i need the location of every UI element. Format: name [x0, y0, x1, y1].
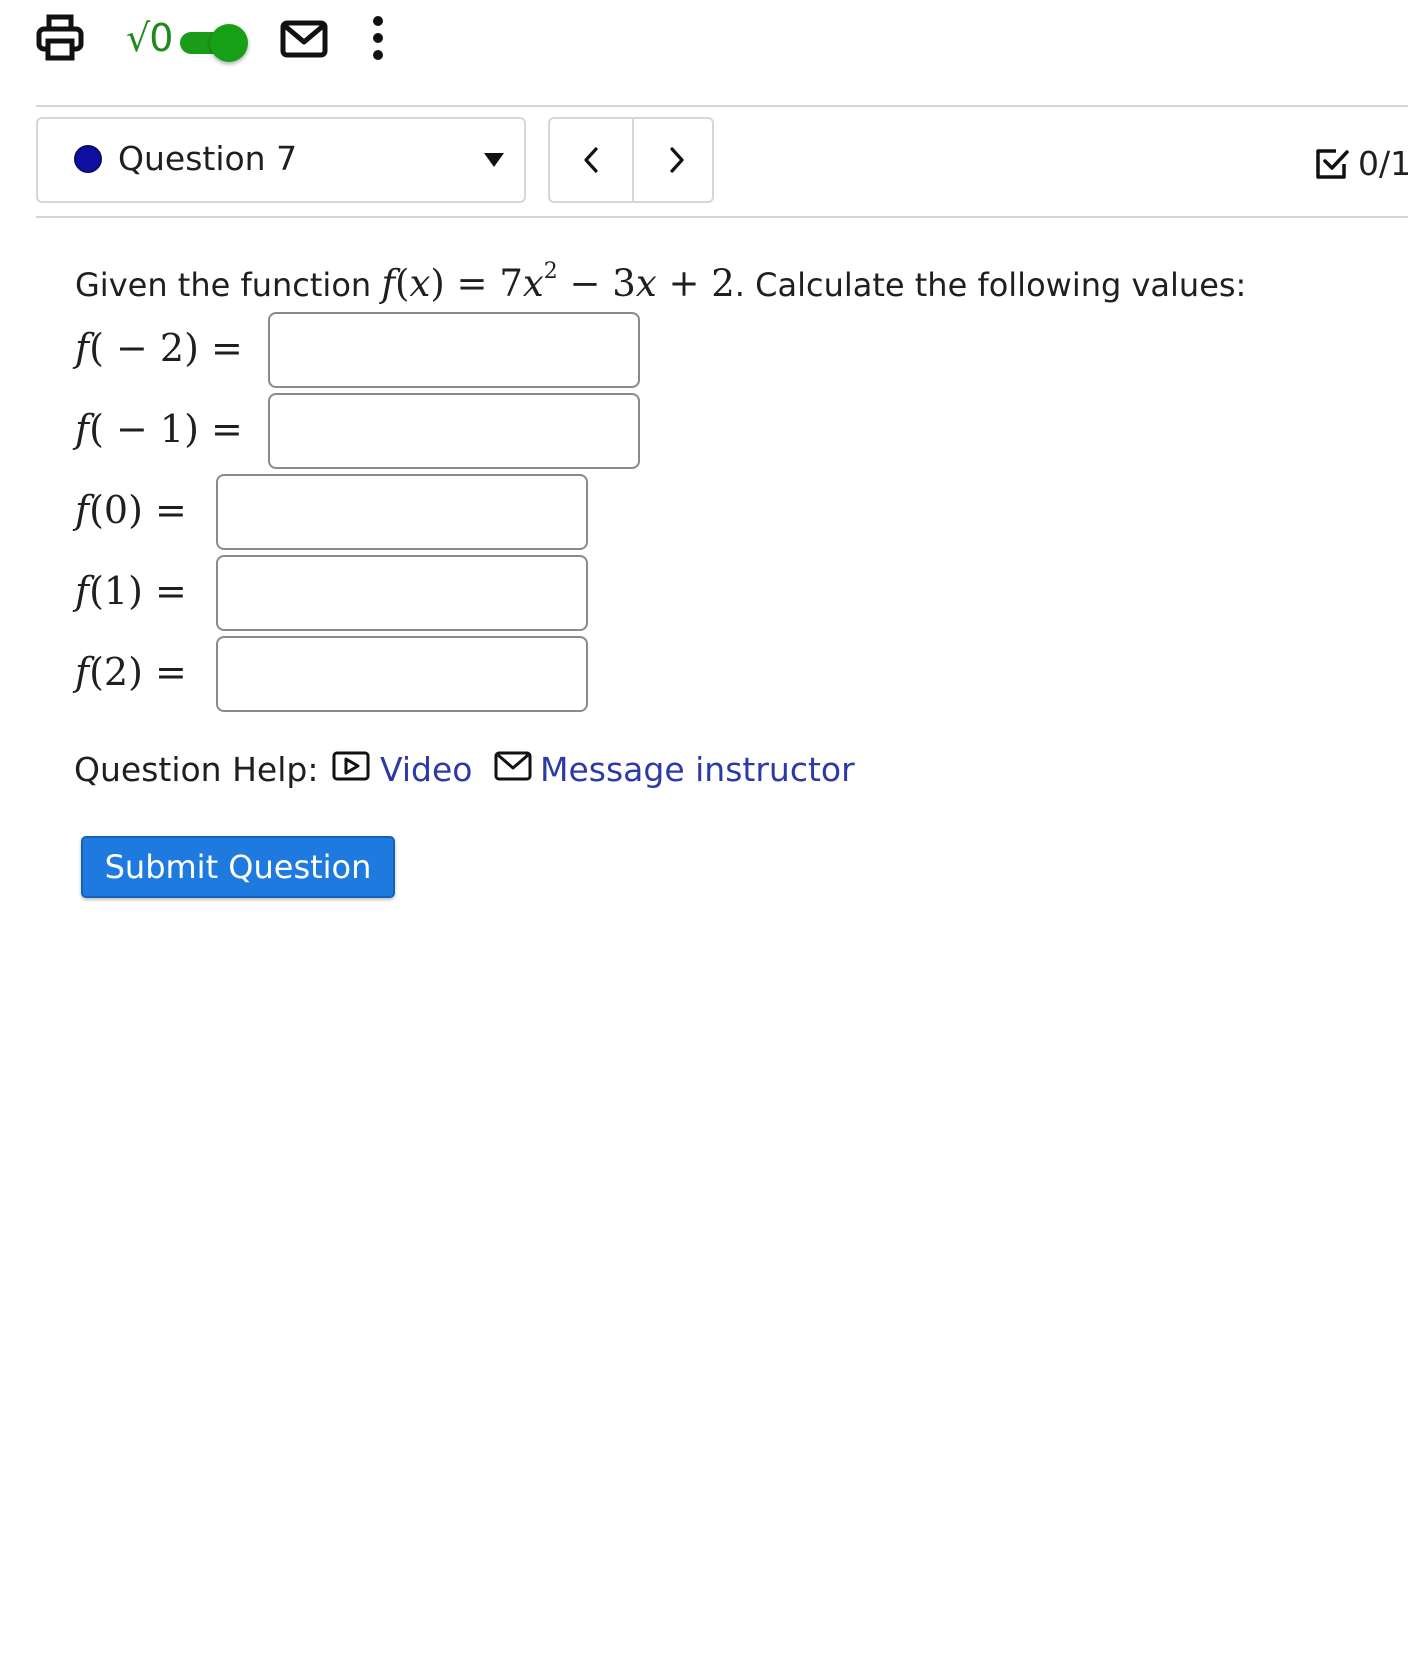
answer-input-f-neg1[interactable]	[268, 393, 640, 469]
math-entry-indicator: √0	[126, 16, 173, 60]
video-icon	[332, 751, 370, 781]
mail-icon	[494, 751, 532, 781]
toggle-knob	[210, 24, 248, 62]
chevron-left-icon	[584, 147, 598, 173]
checkbox-check-icon	[1316, 149, 1349, 179]
answer-row-f-neg1: f( − 1) =	[75, 393, 641, 469]
answer-row-f-neg2: f( − 2) =	[75, 312, 641, 388]
answer-row-f-1: f(1) =	[75, 555, 589, 631]
more-options-icon[interactable]	[368, 14, 388, 62]
question-selector-label: Question 7	[118, 139, 298, 178]
answer-input-f-2[interactable]	[216, 636, 588, 712]
answer-label: f( − 1) =	[75, 407, 243, 451]
question-status-dot	[74, 145, 102, 173]
caret-down-icon	[484, 153, 504, 167]
answer-row-f-2: f(2) =	[75, 636, 589, 712]
prompt-suffix: . Calculate the following values:	[734, 266, 1247, 304]
video-link-label: Video	[380, 750, 473, 789]
answer-row-f-0: f(0) =	[75, 474, 589, 550]
answer-label: f( − 2) =	[75, 326, 243, 370]
question-nav-buttons	[548, 117, 714, 203]
score-text: 0/1	[1358, 144, 1408, 183]
message-instructor-link[interactable]: Message instructor	[494, 746, 914, 794]
print-icon[interactable]	[34, 12, 86, 64]
answer-input-f-0[interactable]	[216, 474, 588, 550]
answer-label: f(1) =	[75, 569, 187, 613]
answer-input-f-1[interactable]	[216, 555, 588, 631]
divider	[36, 216, 1408, 218]
message-instructor-label: Message instructor	[540, 750, 855, 789]
toolbar: √0	[0, 0, 1408, 90]
chevron-right-icon	[670, 147, 684, 173]
previous-question-button[interactable]	[550, 119, 634, 201]
submit-question-button[interactable]: Submit Question	[81, 836, 395, 898]
math-entry-toggle[interactable]	[180, 24, 248, 64]
next-question-button[interactable]	[634, 119, 712, 201]
prompt-prefix: Given the function	[75, 266, 372, 304]
question-prompt: Given the function f(x) = 7x2 − 3x + 2. …	[75, 254, 1246, 315]
mail-icon[interactable]	[280, 20, 328, 58]
answer-label: f(0) =	[75, 488, 187, 532]
divider	[36, 105, 1408, 107]
question-selector[interactable]: Question 7	[36, 117, 526, 203]
function-formula: f(x) = 7x2 − 3x + 2	[381, 259, 735, 306]
question-help-label: Question Help:	[74, 750, 319, 789]
answer-label: f(2) =	[75, 650, 187, 694]
answer-input-f-neg2[interactable]	[268, 312, 640, 388]
